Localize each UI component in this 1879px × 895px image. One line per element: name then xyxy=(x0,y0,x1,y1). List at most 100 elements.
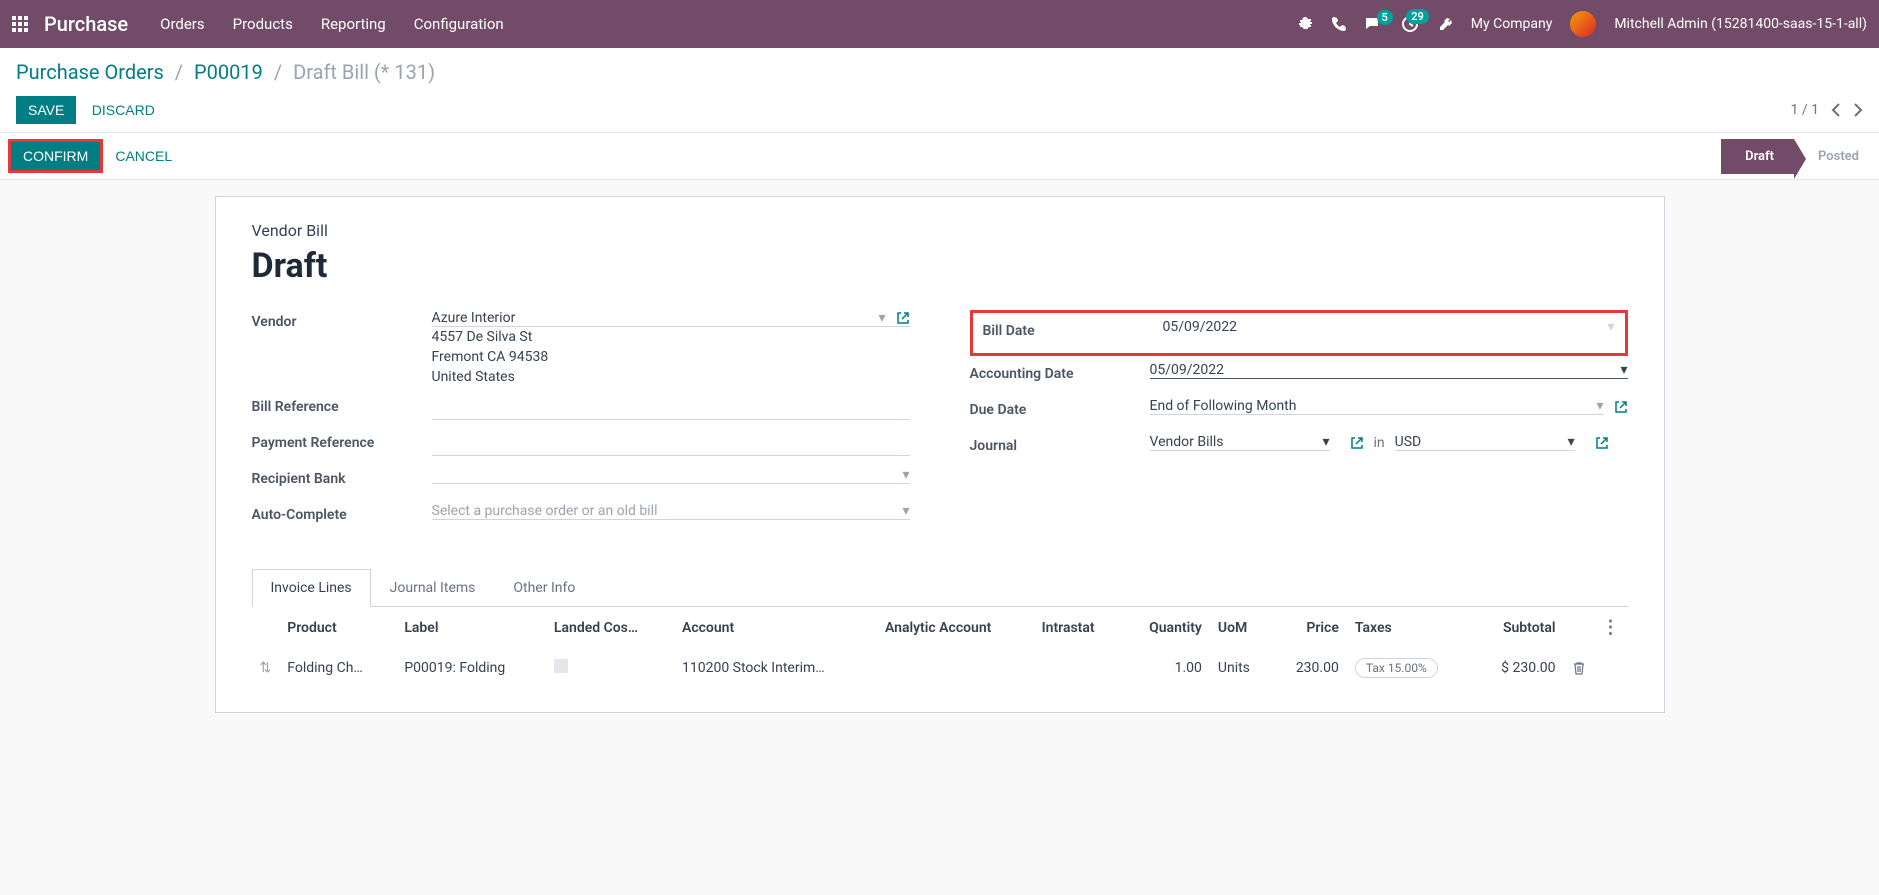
pager-next-icon[interactable] xyxy=(1853,103,1863,117)
tab-other-info[interactable]: Other Info xyxy=(494,569,594,607)
bill-date-highlight: Bill Date 05/09/2022 ▾ xyxy=(970,310,1628,356)
th-price: Price xyxy=(1271,607,1347,648)
journal-label: Journal xyxy=(970,434,1150,454)
vendor-addr-1: 4557 De Silva St xyxy=(432,327,910,347)
cancel-button[interactable]: Cancel xyxy=(103,139,184,173)
activities-badge: 29 xyxy=(1406,9,1429,24)
th-uom: UoM xyxy=(1210,607,1271,648)
th-label: Label xyxy=(396,607,546,648)
caret-down-icon[interactable]: ▾ xyxy=(1620,362,1627,378)
cell-subtotal: $ 230.00 xyxy=(1473,648,1563,688)
invoice-lines-table: Product Label Landed Cos… Account Analyt… xyxy=(252,607,1628,688)
bug-icon[interactable] xyxy=(1297,16,1313,32)
tools-icon[interactable] xyxy=(1437,16,1453,32)
th-landed: Landed Cos… xyxy=(546,607,674,648)
cell-price[interactable]: 230.00 xyxy=(1271,648,1347,688)
nav-item-reporting[interactable]: Reporting xyxy=(321,15,386,33)
acct-date-field[interactable]: 05/09/2022 xyxy=(1150,362,1621,378)
tab-journal-items[interactable]: Journal Items xyxy=(371,569,495,607)
currency-field[interactable]: USD xyxy=(1395,434,1568,450)
confirm-highlight: Confirm xyxy=(8,139,103,173)
messages-icon[interactable]: 5 xyxy=(1365,16,1383,32)
caret-down-icon[interactable]: ▾ xyxy=(878,310,885,326)
auto-complete-field[interactable]: Select a purchase order or an old bill xyxy=(432,503,903,519)
bill-ref-label: Bill Reference xyxy=(252,395,432,415)
cell-product[interactable]: Folding Ch… xyxy=(279,648,396,688)
caret-down-icon[interactable]: ▾ xyxy=(1322,434,1329,450)
bill-ref-input[interactable] xyxy=(432,395,910,420)
due-date-field[interactable]: End of Following Month xyxy=(1150,398,1597,414)
form-left-col: Vendor Azure Interior ▾ 4557 De Silva St… xyxy=(252,310,910,539)
cell-qty[interactable]: 1.00 xyxy=(1122,648,1210,688)
th-account: Account xyxy=(674,607,877,648)
pager-prev-icon[interactable] xyxy=(1831,103,1841,117)
status-draft[interactable]: Draft xyxy=(1721,139,1794,174)
recipient-bank-label: Recipient Bank xyxy=(252,467,432,487)
acct-date-label: Accounting Date xyxy=(970,362,1150,382)
save-button[interactable]: Save xyxy=(16,96,76,124)
user-avatar[interactable] xyxy=(1570,11,1596,37)
th-subtotal: Subtotal xyxy=(1473,607,1563,648)
confirm-button[interactable]: Confirm xyxy=(11,142,100,170)
bill-date-field[interactable]: 05/09/2022 xyxy=(1163,319,1608,335)
external-link-icon[interactable] xyxy=(896,310,910,326)
vendor-field[interactable]: Azure Interior xyxy=(432,310,879,326)
vendor-addr-3: United States xyxy=(432,367,910,387)
company-label[interactable]: My Company xyxy=(1471,16,1553,32)
breadcrumb-root[interactable]: Purchase Orders xyxy=(16,60,164,84)
cell-account[interactable]: 110200 Stock Interim… xyxy=(674,648,877,688)
tax-pill[interactable]: Tax 15.00% xyxy=(1355,658,1438,678)
top-nav: Purchase Orders Products Reporting Confi… xyxy=(0,0,1879,48)
form-sheet: Vendor Bill Draft Vendor Azure Interior … xyxy=(215,196,1665,713)
form-right-col: Bill Date 05/09/2022 ▾ Accounting Date 0… xyxy=(970,310,1628,539)
cell-analytic[interactable] xyxy=(877,648,1034,688)
external-link-icon[interactable] xyxy=(1350,435,1364,451)
auto-complete-label: Auto-Complete xyxy=(252,503,432,523)
drag-handle-icon[interactable]: ⇅ xyxy=(260,660,272,676)
nav-item-products[interactable]: Products xyxy=(233,15,293,33)
sheet-title-label: Vendor Bill xyxy=(252,221,1628,240)
th-analytic: Analytic Account xyxy=(877,607,1034,648)
table-row[interactable]: ⇅ Folding Ch… P00019: Folding 110200 Sto… xyxy=(252,648,1628,688)
vendor-label: Vendor xyxy=(252,310,432,330)
phone-icon[interactable] xyxy=(1331,16,1347,32)
nav-right: 5 29 My Company Mitchell Admin (15281400… xyxy=(1297,11,1867,37)
caret-down-icon[interactable]: ▾ xyxy=(1568,434,1575,450)
pager-text: 1 / 1 xyxy=(1791,102,1819,118)
cell-intrastat[interactable] xyxy=(1034,648,1122,688)
statusbar: Confirm Cancel Draft Posted xyxy=(0,133,1879,180)
caret-down-icon[interactable]: ▾ xyxy=(902,467,909,483)
messages-badge: 5 xyxy=(1377,10,1393,25)
kebab-icon[interactable]: ⋮ xyxy=(1602,617,1620,638)
pager: 1 / 1 xyxy=(1791,102,1863,118)
caret-down-icon[interactable]: ▾ xyxy=(1596,398,1603,414)
external-link-icon[interactable] xyxy=(1614,399,1628,415)
breadcrumb: Purchase Orders / P00019 / Draft Bill (*… xyxy=(16,60,1863,84)
breadcrumb-current: Draft Bill (* 131) xyxy=(293,60,435,84)
nav-item-configuration[interactable]: Configuration xyxy=(414,15,504,33)
cell-uom[interactable]: Units xyxy=(1210,648,1271,688)
nav-item-orders[interactable]: Orders xyxy=(160,15,205,33)
sheet-title: Draft xyxy=(252,246,1628,286)
pay-ref-input[interactable] xyxy=(432,431,910,456)
vendor-addr-2: Fremont CA 94538 xyxy=(432,347,910,367)
user-name[interactable]: Mitchell Admin (15281400-saas-15-1-all) xyxy=(1614,16,1867,32)
trash-icon[interactable] xyxy=(1572,660,1586,676)
status-steps: Draft Posted xyxy=(1721,139,1879,174)
apps-grid-icon[interactable] xyxy=(12,16,28,32)
nav-menu: Orders Products Reporting Configuration xyxy=(160,15,1297,33)
journal-field[interactable]: Vendor Bills xyxy=(1150,434,1323,450)
discard-button[interactable]: Discard xyxy=(80,96,167,124)
tab-invoice-lines[interactable]: Invoice Lines xyxy=(252,569,371,607)
caret-down-icon[interactable]: ▾ xyxy=(1607,319,1614,335)
caret-down-icon[interactable]: ▾ xyxy=(902,503,909,519)
external-link-icon[interactable] xyxy=(1595,435,1609,451)
landed-cost-checkbox[interactable] xyxy=(554,659,568,673)
bill-date-label: Bill Date xyxy=(983,319,1163,339)
app-brand[interactable]: Purchase xyxy=(44,12,128,36)
breadcrumb-po[interactable]: P00019 xyxy=(194,60,263,84)
cell-label[interactable]: P00019: Folding xyxy=(396,648,546,688)
activities-icon[interactable]: 29 xyxy=(1401,15,1419,33)
status-posted[interactable]: Posted xyxy=(1794,139,1879,174)
th-taxes: Taxes xyxy=(1347,607,1474,648)
